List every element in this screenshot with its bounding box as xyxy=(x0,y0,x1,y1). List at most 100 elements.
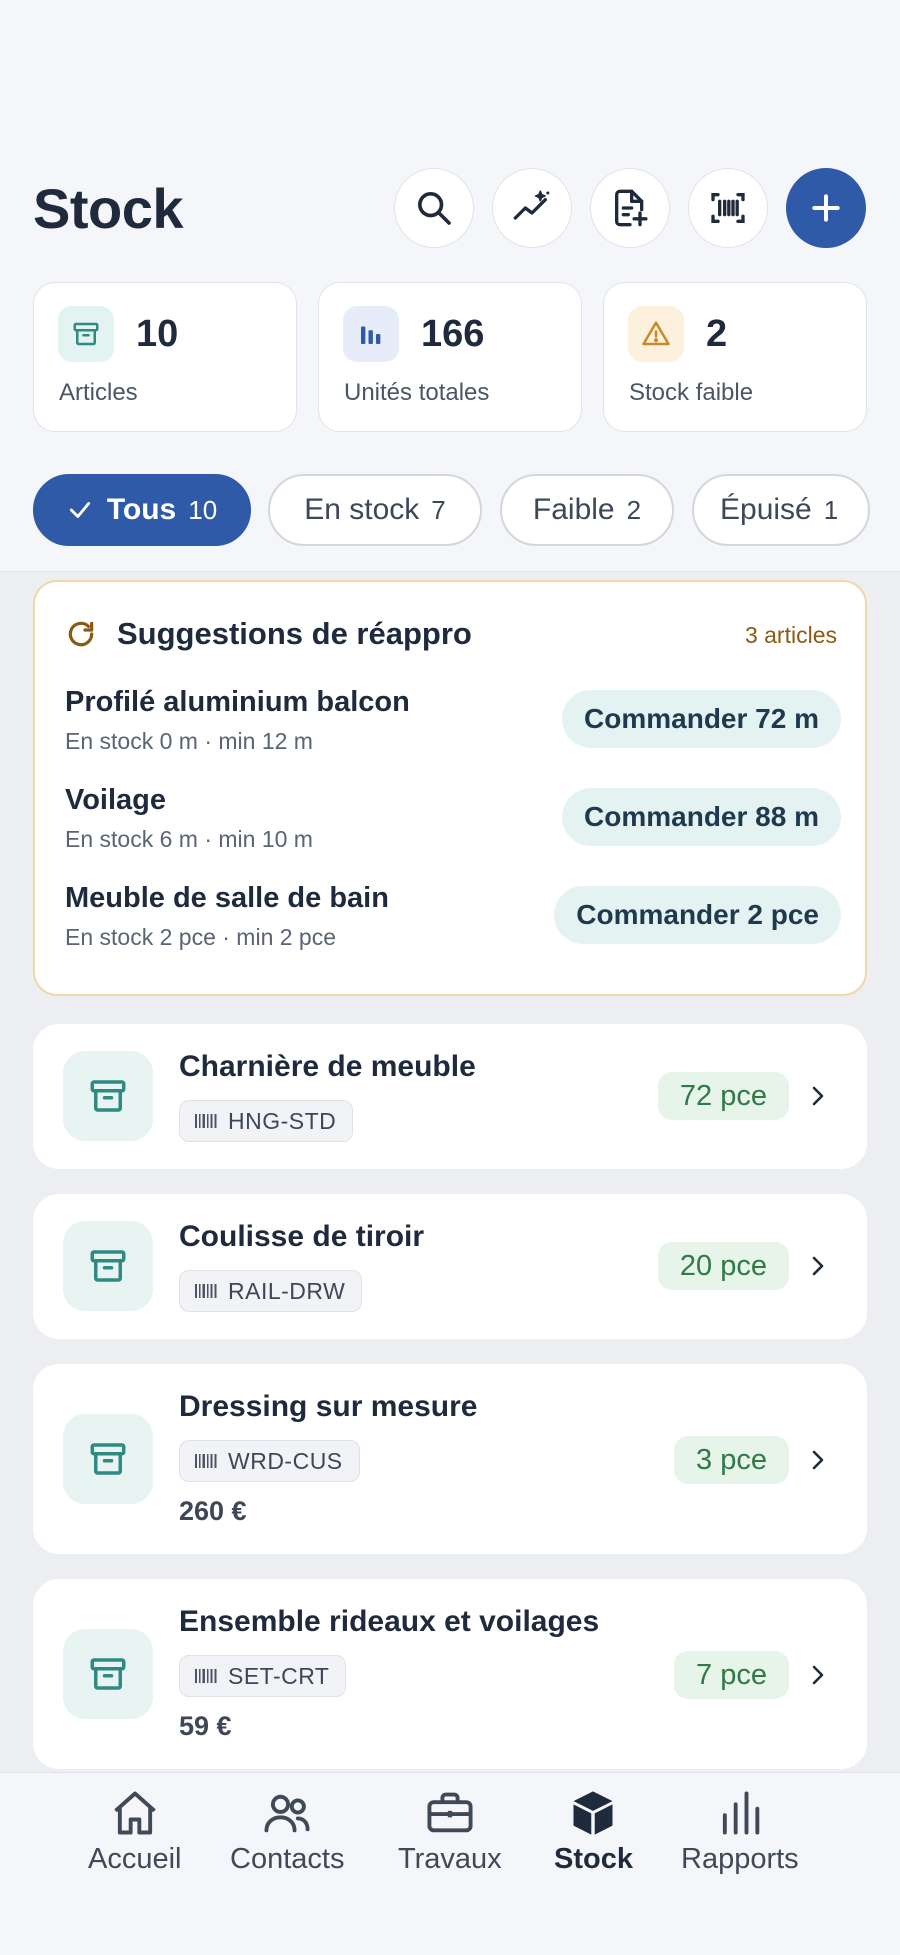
nav-label: Stock xyxy=(554,1843,633,1875)
sku-label: SET-CRT xyxy=(228,1662,330,1689)
suggestion-row: Meuble de salle de bain En stock 2 pce ·… xyxy=(65,882,841,962)
stat-card-units: 166 Unités totales xyxy=(318,282,582,432)
stat-label: Articles xyxy=(59,379,138,406)
sparkle-trend-icon xyxy=(513,190,550,220)
briefcase-icon xyxy=(427,1792,473,1833)
item-price: 59 € xyxy=(179,1711,232,1741)
item-name: Dressing sur mesure xyxy=(179,1390,478,1423)
item-name: Coulisse de tiroir xyxy=(179,1220,425,1253)
chevron-right-icon xyxy=(812,1086,824,1106)
archive-icon xyxy=(63,1414,153,1504)
check-icon xyxy=(69,502,90,518)
suggestion-meta: En stock 0 m · min 12 m xyxy=(65,728,313,754)
stock-item-card[interactable]: Dressing sur mesure WRD-CUS 260 € 3 pce xyxy=(33,1364,867,1554)
reorder-count: 3 articles xyxy=(744,622,837,648)
nav-label: Rapports xyxy=(681,1843,799,1875)
chip-label: Faible xyxy=(532,493,615,526)
nav-item-home[interactable]: Accueil xyxy=(88,1787,182,1876)
stock-item-card[interactable]: Coulisse de tiroir RAIL-DRW 20 pce xyxy=(33,1194,867,1339)
nav-item-contacts[interactable]: Contacts xyxy=(230,1787,344,1876)
chip-count: 7 xyxy=(431,494,446,525)
chip-label: Épuisé xyxy=(720,493,812,526)
stat-card-low-stock: 2 Stock faible xyxy=(603,282,867,432)
quantity-badge: 7 pce xyxy=(674,1651,789,1699)
chevron-right-icon xyxy=(812,1450,824,1470)
sku-badge: RAIL-DRW xyxy=(179,1270,363,1312)
reorder-title: Suggestions de réappro xyxy=(117,616,472,651)
barcode-scan-button[interactable] xyxy=(688,168,768,248)
nav-item-reports[interactable]: Rapports xyxy=(681,1787,799,1876)
stock-item-card[interactable]: Ensemble rideaux et voilages SET-CRT 59 … xyxy=(33,1579,867,1769)
chip-label: Tous xyxy=(106,493,177,526)
order-button[interactable]: Commander 88 m xyxy=(562,788,841,846)
trend-button[interactable] xyxy=(492,168,572,248)
filter-chip-all[interactable]: Tous 10 xyxy=(33,474,251,546)
suggestion-row: Profilé aluminium balcon En stock 0 m · … xyxy=(65,686,841,766)
box-icon xyxy=(573,1791,613,1835)
chip-count: 1 xyxy=(823,494,839,525)
suggestion-name: Meuble de salle de bain xyxy=(65,882,389,914)
sku-label: RAIL-DRW xyxy=(228,1277,346,1304)
filter-chip-in-stock[interactable]: En stock 7 xyxy=(268,474,482,546)
home-icon xyxy=(113,1791,156,1835)
stat-label: Stock faible xyxy=(629,379,754,406)
search-button[interactable] xyxy=(394,168,474,248)
stat-card-articles: 10 Articles xyxy=(33,282,297,432)
nav-label: Travaux xyxy=(398,1843,502,1875)
stat-value: 10 xyxy=(136,313,179,355)
nav-label: Contacts xyxy=(230,1843,345,1875)
chevron-right-icon xyxy=(812,1665,824,1685)
stat-value: 166 xyxy=(421,313,485,355)
add-item-button[interactable] xyxy=(786,168,866,248)
chart-icon xyxy=(722,1791,760,1835)
stat-label: Unités totales xyxy=(344,379,490,406)
filter-chip-out-of-stock[interactable]: Épuisé 1 xyxy=(692,474,870,546)
nav-item-jobs[interactable]: Travaux xyxy=(398,1787,502,1876)
warning-icon xyxy=(628,306,684,362)
quantity-badge: 3 pce xyxy=(674,1436,789,1484)
barcode-icon xyxy=(195,1114,217,1128)
plus-icon xyxy=(812,194,840,222)
archive-icon xyxy=(63,1221,153,1311)
document-plus-icon xyxy=(615,189,648,227)
order-button[interactable]: Commander 2 pce xyxy=(554,886,841,944)
item-name: Charnière de meuble xyxy=(179,1050,476,1083)
refresh-icon xyxy=(68,621,94,647)
stat-value: 2 xyxy=(706,313,728,355)
archive-icon xyxy=(63,1051,153,1141)
sku-label: WRD-CUS xyxy=(228,1447,343,1474)
chevron-right-icon xyxy=(812,1256,824,1276)
barcode-icon xyxy=(195,1669,217,1683)
filter-chip-low[interactable]: Faible 2 xyxy=(500,474,674,546)
suggestion-name: Profilé aluminium balcon xyxy=(65,686,410,718)
item-price: 260 € xyxy=(179,1496,247,1526)
sku-badge: SET-CRT xyxy=(179,1655,347,1697)
nav-item-stock[interactable]: Stock xyxy=(554,1787,633,1876)
barcode-icon xyxy=(195,1454,217,1468)
chip-count: 2 xyxy=(626,494,642,525)
archive-icon xyxy=(63,1629,153,1719)
users-icon xyxy=(264,1794,310,1833)
suggestion-meta: En stock 2 pce · min 2 pce xyxy=(65,924,337,950)
suggestion-row: Voilage En stock 6 m · min 10 m Commande… xyxy=(65,784,841,864)
nav-label: Accueil xyxy=(88,1843,182,1875)
quantity-badge: 72 pce xyxy=(657,1072,789,1120)
page-title: Stock xyxy=(33,177,184,240)
archive-icon xyxy=(58,306,114,362)
item-name: Ensemble rideaux et voilages xyxy=(179,1605,600,1638)
search-icon xyxy=(418,192,451,225)
reorder-suggestions-card: Suggestions de réappro 3 articles Profil… xyxy=(33,580,867,996)
add-document-button[interactable] xyxy=(590,168,670,248)
stock-item-card[interactable]: Charnière de meuble HNG-STD 72 pce xyxy=(33,1024,867,1169)
bottom-nav: Accueil Contacts Travaux Stock Rapports xyxy=(0,1772,900,1955)
sku-badge: HNG-STD xyxy=(179,1100,354,1142)
sku-badge: WRD-CUS xyxy=(179,1440,360,1482)
chip-count: 10 xyxy=(188,494,218,525)
order-button[interactable]: Commander 72 m xyxy=(562,690,841,748)
suggestion-meta: En stock 6 m · min 10 m xyxy=(65,826,313,852)
quantity-badge: 20 pce xyxy=(657,1242,789,1290)
barcode-icon xyxy=(195,1284,217,1298)
barcode-scan-icon xyxy=(711,193,745,223)
sku-label: HNG-STD xyxy=(228,1107,337,1134)
chip-label: En stock xyxy=(304,493,420,526)
